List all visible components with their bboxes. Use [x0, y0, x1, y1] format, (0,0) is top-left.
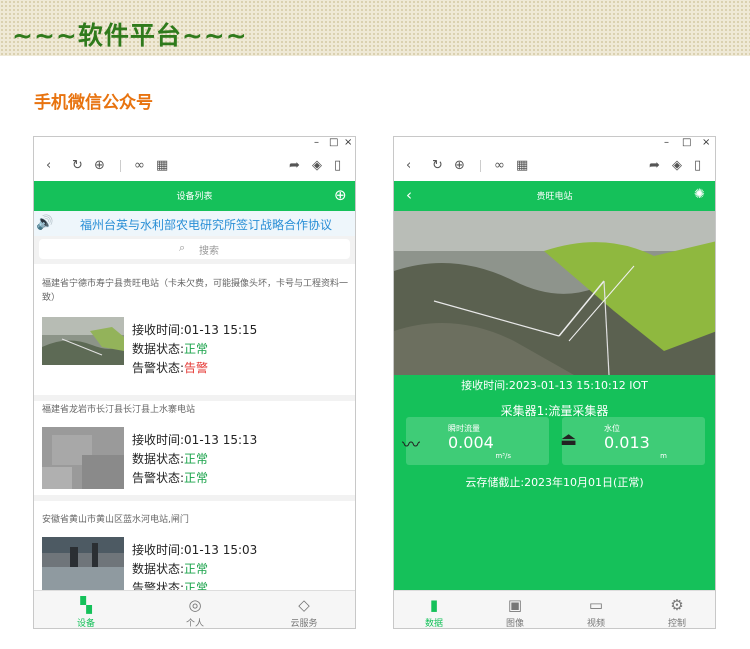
tab-data[interactable]: ▮ 数据	[394, 591, 474, 629]
browser-toolbar: ‹ ↻ ⊕ ∞ ▦ ➦ ◈ ▯	[34, 151, 355, 181]
waveform-icon: 〰	[402, 435, 420, 456]
minimize-button[interactable]: –	[314, 137, 319, 148]
bottom-tab-bar: ▚ 设备 ◎ 个人 ◇ 云服务	[34, 590, 355, 629]
app-header: 设备列表 ⊕	[34, 181, 355, 211]
list-item[interactable]: 安徽省黄山市黄山区蓝水河电站,闸门 接收时间:01-13 15:03 数据状态:…	[34, 513, 355, 595]
globe-icon[interactable]: ⊕	[454, 157, 465, 175]
qr-icon[interactable]: ▦	[156, 157, 168, 175]
settings-icon[interactable]: ✺	[694, 186, 705, 204]
browser-toolbar: ‹ ↻ ⊕ ∞ ▦ ➦ ◈ ▯	[394, 151, 715, 181]
search-area: ⌕ 搜索	[34, 236, 355, 264]
receive-time: 接收时间:2023-01-13 15:10:12 IOT	[461, 379, 648, 392]
data-status: 正常	[184, 562, 209, 576]
notice-text: 福州台英与水利部农电研究所签订战略合作协议	[80, 218, 333, 232]
device-thumbnail[interactable]	[42, 317, 124, 365]
user-icon: ◎	[188, 596, 202, 614]
cube-icon[interactable]: ◈	[312, 157, 322, 175]
bar-chart-icon: ▮	[429, 596, 439, 614]
tab-profile[interactable]: ◎ 个人	[155, 591, 235, 629]
phone-icon[interactable]: ▯	[694, 157, 701, 175]
camera-image[interactable]	[394, 211, 715, 375]
app-header: ‹ 贵旺电站 ✺	[394, 181, 715, 211]
device-name: 福建省宁德市寿宁县贵旺电站（卡未欠费，可能摄像头坏，卡号与工程资料一致）	[42, 279, 349, 303]
cloud-storage-status: 云存储截止:2023年10月01日(正常)	[465, 476, 644, 489]
device-name: 安徽省黄山市黄山区蓝水河电站,闸门	[42, 515, 189, 525]
add-icon[interactable]: ⊕	[334, 186, 347, 204]
list-item[interactable]: 福建省宁德市寿宁县贵旺电站（卡未欠费，可能摄像头坏，卡号与工程资料一致） 接收时…	[34, 277, 355, 397]
search-icon: ⌕	[179, 241, 186, 254]
metric-value: 0.013	[604, 433, 650, 452]
metric-water-level: ⏏ 水位 0.013 m	[560, 417, 705, 465]
data-status: 正常	[184, 342, 209, 356]
notice-bar[interactable]: 🔊 福州台英与水利部农电研究所签订战略合作协议	[34, 211, 355, 236]
refresh-icon[interactable]: ↻	[432, 157, 443, 175]
phone-icon[interactable]: ▯	[334, 157, 341, 175]
back-icon[interactable]: ‹	[406, 157, 411, 175]
link-icon[interactable]: ∞	[494, 157, 505, 175]
close-button[interactable]: ×	[344, 137, 352, 148]
phone-station-detail: – □ × ‹ ↻ ⊕ ∞ ▦ ➦ ◈ ▯ ‹ 贵旺电站 ✺ 接收时间:2023…	[393, 136, 716, 629]
alarm-status: 告警	[184, 361, 209, 375]
tab-control[interactable]: ⚙ 控制	[637, 591, 715, 629]
window-controls: – □ ×	[394, 137, 715, 151]
share-icon[interactable]: ➦	[649, 157, 660, 175]
metric-value: 0.004	[448, 433, 494, 452]
alarm-status: 正常	[184, 471, 209, 485]
device-receive-time: 接收时间:01-13 15:13	[132, 433, 258, 447]
page-title: 贵旺电站	[536, 192, 573, 202]
speaker-icon: 🔊	[36, 215, 54, 231]
globe-icon[interactable]: ⊕	[94, 157, 105, 175]
device-receive-time: 接收时间:01-13 15:15	[132, 323, 258, 337]
minimize-button[interactable]: –	[664, 137, 669, 148]
monitor-icon: ▭	[588, 596, 604, 614]
gear-icon: ⚙	[670, 596, 684, 614]
window-controls: – □ ×	[34, 137, 355, 151]
link-icon[interactable]: ∞	[134, 157, 145, 175]
maximize-button[interactable]: □	[329, 137, 338, 148]
search-input[interactable]: ⌕ 搜索	[39, 239, 350, 259]
qr-icon[interactable]: ▦	[516, 157, 528, 175]
data-status: 正常	[184, 452, 209, 466]
tab-video[interactable]: ▭ 视频	[556, 591, 636, 629]
device-name: 福建省龙岩市长汀县长汀县上水寨电站	[42, 405, 196, 415]
phone-device-list: – □ × ‹ ↻ ⊕ ∞ ▦ ➦ ◈ ▯ 设备列表 ⊕ 🔊 福州台英与水利部农…	[33, 136, 356, 629]
close-button[interactable]: ×	[702, 137, 710, 148]
section-title: 手机微信公众号	[34, 93, 153, 113]
share-icon[interactable]: ➦	[289, 157, 300, 175]
tab-cloud-service[interactable]: ◇ 云服务	[264, 591, 344, 629]
gauge-icon: ⏏	[560, 429, 578, 450]
tab-devices[interactable]: ▚ 设备	[46, 591, 126, 629]
image-icon: ▣	[507, 596, 523, 614]
refresh-icon[interactable]: ↻	[72, 157, 83, 175]
back-icon[interactable]: ‹	[46, 157, 51, 175]
banner-title: ~~~软件平台~~~	[12, 21, 248, 50]
device-thumbnail[interactable]	[42, 427, 124, 489]
cube-icon[interactable]: ◈	[672, 157, 682, 175]
metric-flow: 〰 瞬时流量 0.004 m³/s	[402, 417, 549, 465]
page-title: 设备列表	[176, 192, 213, 202]
header-banner: ~~~软件平台~~~	[0, 0, 750, 56]
maximize-button[interactable]: □	[682, 137, 691, 148]
tab-image[interactable]: ▣ 图像	[475, 591, 555, 629]
list-item[interactable]: 福建省龙岩市长汀县长汀县上水寨电站 接收时间:01-13 15:13 数据状态:…	[34, 403, 355, 499]
bottom-tab-bar: ▮ 数据 ▣ 图像 ▭ 视频 ⚙ 控制	[394, 590, 715, 629]
device-thumbnail[interactable]	[42, 537, 124, 590]
device-receive-time: 接收时间:01-13 15:03	[132, 543, 258, 557]
tag-icon: ◇	[298, 596, 310, 614]
grid-icon: ▚	[80, 596, 92, 614]
search-placeholder: 搜索	[199, 246, 219, 257]
